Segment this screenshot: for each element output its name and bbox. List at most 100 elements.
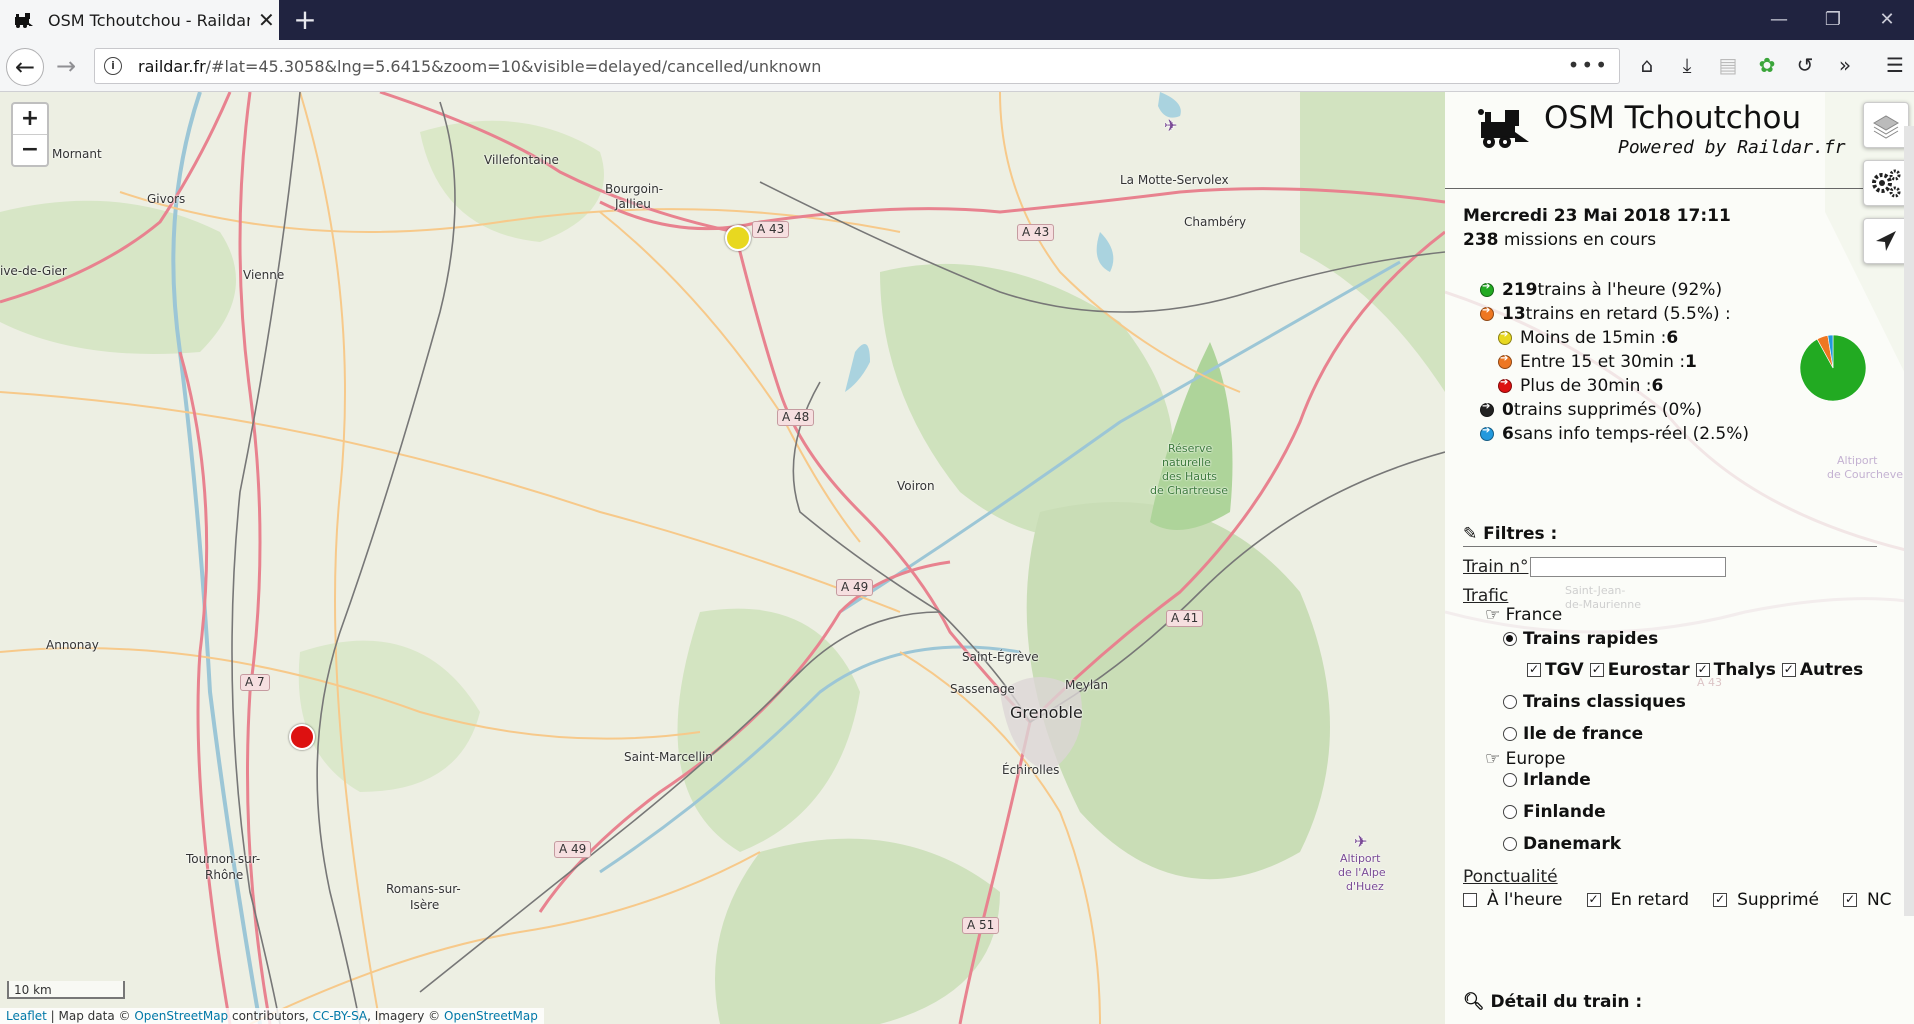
osm-link[interactable]: OpenStreetMap: [134, 1009, 228, 1023]
radio-button[interactable]: [1503, 727, 1517, 741]
radio-button[interactable]: [1503, 695, 1517, 709]
train-marker-slightly-delayed[interactable]: [725, 225, 751, 251]
checkbox-en-retard[interactable]: ✓: [1586, 893, 1601, 907]
radio-button[interactable]: [1503, 773, 1517, 787]
tab-title: OSM Tchoutchou - Raildar with: [48, 10, 250, 30]
extension-puzzle-icon[interactable]: ✿: [1752, 50, 1782, 80]
tab-active[interactable]: OSM Tchoutchou - Raildar with ✕: [0, 0, 279, 40]
green-arrow-icon: [1480, 281, 1494, 297]
extension-refresh-icon[interactable]: ↺: [1790, 50, 1820, 80]
stat-value: 6: [1651, 376, 1664, 396]
url-bar[interactable]: i raildar.fr/#lat=45.3058&lng=5.6415&zoo…: [94, 48, 1620, 84]
checkbox-group-rapides: ✓ TGV ✓ Eurostar ✓ Thalys ✓ Autres: [1527, 660, 1863, 680]
train-marker-heavily-delayed[interactable]: [289, 724, 315, 750]
home-icon[interactable]: ⌂: [1632, 50, 1662, 80]
new-tab-button[interactable]: +: [288, 4, 322, 36]
checkbox-a-lheure[interactable]: [1463, 893, 1477, 907]
place-label: ive-de-Gier: [0, 264, 67, 278]
road-shield: A 49: [554, 841, 592, 858]
train-number-input[interactable]: [1530, 557, 1727, 577]
road-shield: A 48: [777, 409, 815, 426]
checkbox-tgv[interactable]: ✓: [1527, 663, 1541, 677]
site-info-icon[interactable]: i: [104, 57, 122, 75]
tab-close-icon[interactable]: ✕: [258, 8, 275, 32]
radio-button[interactable]: [1503, 837, 1517, 851]
radio-button[interactable]: [1503, 805, 1517, 819]
page-actions-icon[interactable]: •••: [1568, 53, 1609, 77]
road-shield: A 41: [1166, 610, 1204, 627]
overflow-menu-icon[interactable]: »: [1830, 50, 1860, 80]
attribution-text: | Map data ©: [46, 1009, 135, 1023]
library-icon[interactable]: ▤: [1713, 50, 1743, 80]
window-close-icon[interactable]: ✕: [1860, 0, 1914, 40]
back-button[interactable]: ←: [6, 48, 44, 86]
stat-cancelled: 0 trains supprimés (0%): [1480, 400, 1702, 420]
orange-arrow-icon: [1498, 353, 1512, 369]
restore-icon[interactable]: ❐: [1806, 0, 1860, 40]
layers-button[interactable]: [1863, 102, 1909, 148]
settings-button[interactable]: [1863, 160, 1909, 206]
radio-ile-de-france[interactable]: Ile de france: [1503, 724, 1643, 744]
checkbox-supprime[interactable]: ✓: [1713, 893, 1728, 907]
checkbox-autres[interactable]: ✓: [1781, 663, 1796, 677]
checkbox-label: Thalys: [1713, 660, 1776, 680]
map-view[interactable]: + − Mornant Givors Villefontaine Bourgoi…: [0, 92, 1445, 1024]
checkbox-label: À l'heure: [1487, 890, 1563, 910]
radio-trains-rapides[interactable]: Trains rapides: [1503, 629, 1658, 649]
hand-pointer-icon: ☞: [1485, 605, 1506, 625]
place-label: de Chartreuse: [1150, 484, 1228, 497]
ponctualite-checkboxes: À l'heure ✓ En retard ✓ Supprimé ✓ NC: [1463, 890, 1892, 910]
bg-place-label: Altiport: [1837, 454, 1878, 467]
checkbox-label: Autres: [1799, 660, 1864, 680]
pencil-icon: ✎: [1463, 524, 1478, 544]
zoom-out-button[interactable]: −: [13, 134, 47, 165]
app-title: OSM Tchoutchou: [1544, 100, 1802, 136]
osm-link[interactable]: OpenStreetMap: [444, 1009, 538, 1023]
radio-label: Trains rapides: [1523, 629, 1659, 649]
place-label: Saint-Marcellin: [624, 750, 713, 764]
place-label: Meylan: [1065, 678, 1109, 692]
road-shield: A 43: [1017, 224, 1055, 241]
download-icon[interactable]: ⤓: [1672, 50, 1702, 80]
leaflet-link[interactable]: Leaflet: [6, 1009, 47, 1023]
stat-value: 0: [1502, 400, 1514, 420]
radio-label: Irlande: [1523, 770, 1591, 790]
hamburger-menu-icon[interactable]: ☰: [1880, 50, 1910, 80]
attribution-text: , Imagery ©: [367, 1009, 444, 1023]
radio-danemark[interactable]: Danemark: [1503, 834, 1621, 854]
radio-finlande[interactable]: Finlande: [1503, 802, 1606, 822]
red-arrow-icon: [1498, 377, 1512, 393]
stat-label: Moins de 15min :: [1520, 328, 1667, 348]
minimize-icon[interactable]: —: [1752, 0, 1806, 40]
place-label: Vienne: [243, 268, 285, 282]
checkbox-eurostar[interactable]: ✓: [1589, 663, 1604, 677]
stat-label: Plus de 30min :: [1520, 376, 1652, 396]
train-number-filter: Train n°: [1463, 557, 1727, 577]
license-link[interactable]: CC-BY-SA: [313, 1009, 368, 1023]
checkbox-label: Supprimé: [1737, 890, 1819, 910]
map-tools: [1863, 102, 1909, 276]
black-arrow-icon: [1480, 401, 1494, 417]
sidebar-scrollbar[interactable]: [1904, 126, 1914, 916]
place-label-grenoble: Grenoble: [1010, 703, 1083, 722]
place-label: La Motte-Servolex: [1120, 173, 1229, 187]
app-subtitle: Powered by Raildar.fr: [1618, 137, 1846, 158]
stat-label: Entre 15 et 30min :: [1520, 352, 1686, 372]
radio-button-checked[interactable]: [1503, 632, 1517, 646]
forward-button[interactable]: →: [48, 48, 84, 84]
stat-delay-15-30: Entre 15 et 30min : 1: [1498, 352, 1697, 372]
checkbox-thalys[interactable]: ✓: [1695, 663, 1710, 677]
stat-delay-over-30: Plus de 30min : 6: [1498, 376, 1663, 396]
zoom-in-button[interactable]: +: [13, 104, 47, 134]
road-shield: A 7: [240, 674, 270, 691]
url-text: raildar.fr/#lat=45.3058&lng=5.6415&zoom=…: [138, 57, 821, 76]
checkbox-nc[interactable]: ✓: [1842, 893, 1857, 907]
place-label: des Hauts: [1162, 470, 1218, 483]
radio-irlande[interactable]: Irlande: [1503, 770, 1591, 790]
orange-arrow-icon: [1480, 305, 1494, 321]
radio-trains-classiques[interactable]: Trains classiques: [1503, 692, 1686, 712]
stat-label: trains supprimés (0%): [1513, 400, 1703, 420]
stat-label: sans info temps-réel (2.5%): [1513, 424, 1750, 444]
locate-button[interactable]: [1863, 218, 1909, 264]
place-label: Givors: [147, 192, 186, 206]
